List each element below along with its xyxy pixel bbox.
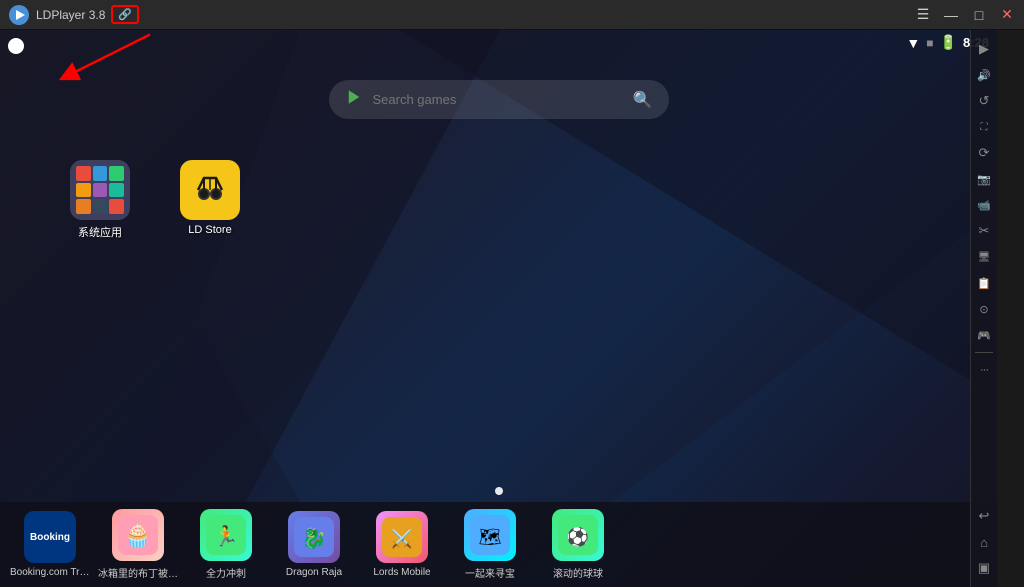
titlebar: LDPlayer 3.8 🔗 ☰ — □ ✕ [0, 0, 1024, 30]
sidebar-rotate-icon[interactable]: ↺ [973, 90, 995, 112]
notification-dot [8, 38, 24, 54]
sysapps-label: 系统应用 [78, 224, 122, 240]
sidebar-clipboard-icon[interactable]: 📋 [973, 272, 995, 294]
desktop-icons: 系统应用 LD Store [60, 160, 250, 240]
sidebar-refresh-icon[interactable]: ⟳ [973, 142, 995, 164]
gun-app-icon[interactable]: ⚽ 滚动的球球 [538, 509, 618, 580]
sysapps-icon-img [70, 160, 130, 220]
close-button[interactable]: ✕ [998, 6, 1016, 23]
titlebar-left: LDPlayer 3.8 🔗 [8, 4, 139, 26]
signal-icon: ■ [926, 36, 933, 50]
sidebar-fullscreen-icon[interactable]: ⛶ [973, 116, 995, 138]
sidebar-more-icon[interactable]: ··· [973, 359, 995, 381]
sprint-icon-img: 🏃 [200, 509, 252, 561]
sidebar: ▶ 🔊 ↺ ⛶ ⟳ 📷 📹 ✂ 🖥 📋 ⊙ 🎮 ··· ↩ ⌂ ▣ [970, 30, 997, 587]
sprint-app-icon[interactable]: 🏃 全力冲刺 [186, 509, 266, 580]
yiqi-label: 一起来寻宝 [465, 565, 515, 580]
search-input[interactable] [373, 92, 623, 107]
wifi-icon: ▼ [906, 35, 920, 51]
gun-icon-img: ⚽ [552, 509, 604, 561]
menu-button[interactable]: ☰ [914, 6, 932, 23]
sidebar-gamepad-icon[interactable]: 🎮 [973, 324, 995, 346]
google-play-icon [345, 88, 363, 111]
sidebar-record-icon[interactable]: 📹 [973, 194, 995, 216]
svg-text:🧁: 🧁 [124, 523, 151, 548]
lords-mobile-app-icon[interactable]: ⚔️ Lords Mobile [362, 511, 442, 578]
icebox-icon-img: 🧁 [112, 509, 164, 561]
booking-icon-img: Booking [24, 511, 76, 563]
yiqi-icon-img: 🗺 [464, 509, 516, 561]
sidebar-play-icon[interactable]: ▶ [973, 38, 995, 60]
sidebar-back-icon[interactable]: ↩ [973, 505, 995, 527]
sidebar-scissors-icon[interactable]: ✂ [973, 220, 995, 242]
svg-text:⚽: ⚽ [566, 526, 589, 547]
sidebar-home-icon[interactable]: ⌂ [973, 531, 995, 553]
battery-icon: 🔋 [940, 34, 957, 51]
booking-app-icon[interactable]: Booking Booking.com Travel Deals [10, 511, 90, 578]
dragon-icon-img: 🐉 [288, 511, 340, 563]
bottom-app-bar: Booking Booking.com Travel Deals 🧁 冰箱里的布… [0, 502, 997, 587]
titlebar-controls: ☰ — □ ✕ [914, 6, 1016, 23]
lords-label: Lords Mobile [373, 567, 430, 578]
titlebar-title: LDPlayer 3.8 [36, 8, 105, 22]
svg-text:⚔️: ⚔️ [391, 528, 413, 549]
sidebar-volume-icon[interactable]: 🔊 [973, 64, 995, 86]
booking-label: Booking.com Travel Deals [10, 567, 90, 578]
sidebar-display-icon[interactable]: 🖥 [973, 246, 995, 268]
svg-text:🗺: 🗺 [479, 527, 502, 547]
page-dot-active [495, 487, 503, 495]
yiqi-app-icon[interactable]: 🗺 一起来寻宝 [450, 509, 530, 580]
ldstore-icon[interactable]: LD Store [170, 160, 250, 240]
ldstore-label: LD Store [188, 224, 231, 236]
sidebar-target-icon[interactable]: ⊙ [973, 298, 995, 320]
sprint-label: 全力冲刺 [206, 565, 246, 580]
icebox-app-icon[interactable]: 🧁 冰箱里的布丁被吃掉了 [98, 509, 178, 580]
dragon-app-icon[interactable]: 🐉 Dragon Raja [274, 511, 354, 578]
search-bar[interactable]: 🔍 [329, 80, 669, 119]
minimize-button[interactable]: — [942, 7, 960, 23]
sidebar-recent-icon[interactable]: ▣ [973, 557, 995, 579]
page-indicator [495, 487, 503, 495]
gun-label: 滚动的球球 [553, 565, 603, 580]
svg-text:🏃: 🏃 [214, 524, 239, 548]
maximize-button[interactable]: □ [970, 7, 988, 23]
emulator-screen: ▼ ■ 🔋 8:28 🔍 系统应用 [0, 30, 997, 587]
lords-icon-img: ⚔️ [376, 511, 428, 563]
search-icon: 🔍 [633, 90, 653, 110]
sidebar-divider [975, 352, 993, 353]
ldplayer-logo [8, 4, 30, 26]
link-icon-button[interactable]: 🔗 [111, 5, 139, 24]
svg-text:🐉: 🐉 [302, 526, 327, 550]
ldstore-icon-img [180, 160, 240, 220]
sysapps-icon[interactable]: 系统应用 [60, 160, 140, 240]
dragon-label: Dragon Raja [286, 567, 342, 578]
sidebar-screenshot-icon[interactable]: 📷 [973, 168, 995, 190]
icebox-label: 冰箱里的布丁被吃掉了 [98, 565, 178, 580]
